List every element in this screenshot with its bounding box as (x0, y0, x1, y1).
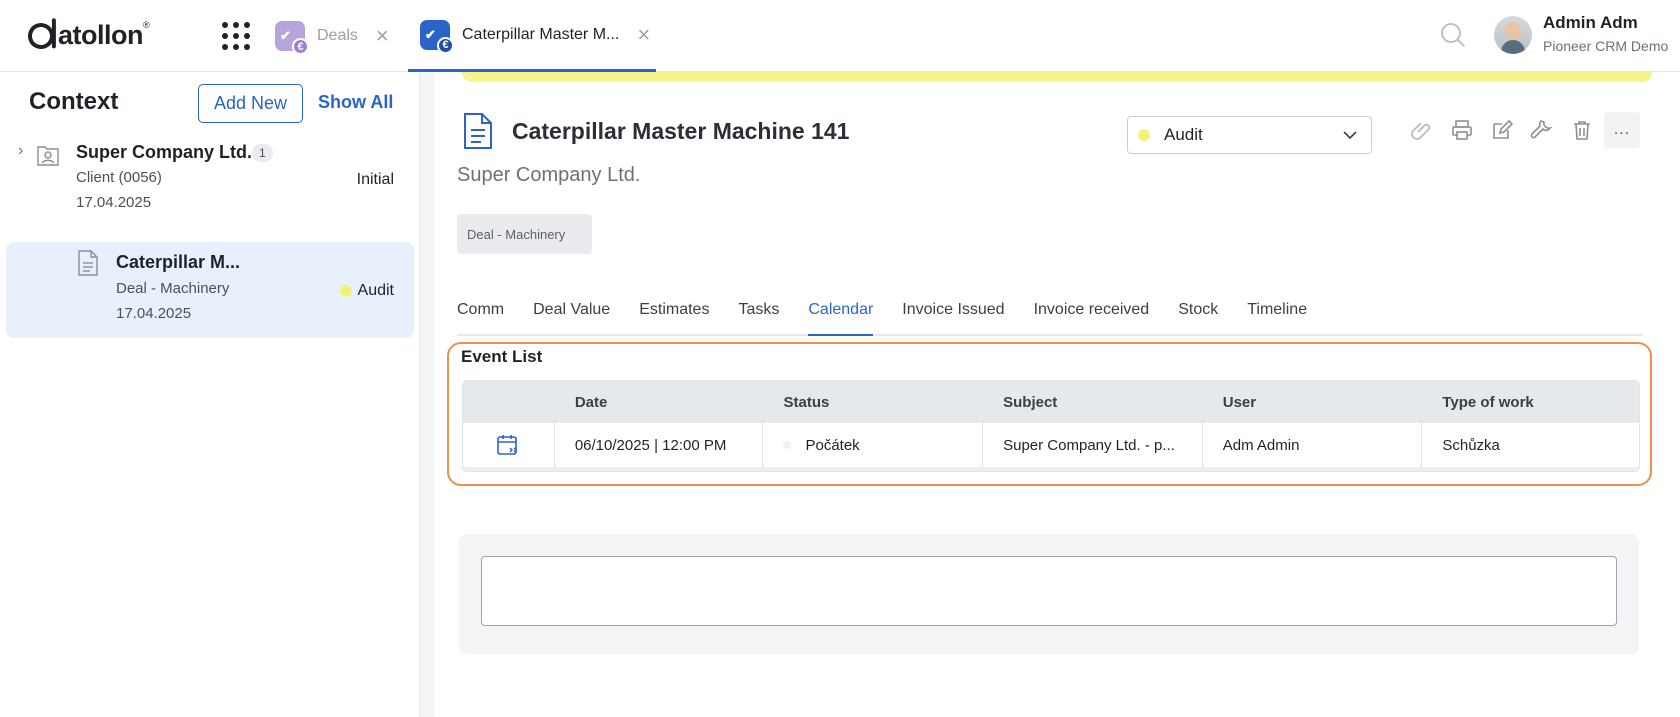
close-tab-deals-icon[interactable]: × (376, 25, 389, 47)
column-header-subject[interactable]: Subject (983, 394, 1203, 411)
cell-date: 06/10/2025 | 12:00 PM (555, 421, 764, 469)
tab-invoice-received[interactable]: Invoice received (1034, 294, 1150, 336)
column-header-date[interactable]: Date (555, 394, 764, 411)
cell-status: Počátek (763, 421, 984, 469)
tab-calendar[interactable]: Calendar (808, 294, 874, 336)
context-item-type: Client (0056) (76, 169, 162, 186)
atollon-logo[interactable]: atollon® (24, 18, 150, 53)
deals-app-icon: ✔ € (275, 21, 309, 55)
column-header-type-of-work[interactable]: Type of work (1422, 394, 1639, 411)
deal-actions: ... (1404, 112, 1640, 148)
attach-icon[interactable] (1404, 112, 1440, 148)
print-icon[interactable] (1444, 112, 1480, 148)
user-org: Pioneer CRM Demo (1543, 38, 1669, 54)
wrench-icon[interactable] (1524, 112, 1560, 148)
tab-stock[interactable]: Stock (1178, 294, 1218, 336)
document-icon (78, 250, 98, 276)
show-all-button[interactable]: Show All (318, 92, 393, 113)
tab-estimates[interactable]: Estimates (639, 294, 709, 336)
context-sidebar: Context Add New Show All › Super Company… (0, 72, 420, 717)
table-row[interactable]: 06/10/2025 | 12:00 PM Počátek Super Comp… (463, 421, 1639, 471)
note-panel (459, 534, 1639, 654)
apps-grid-icon[interactable] (222, 22, 250, 50)
more-options-button[interactable]: ... (1604, 112, 1640, 148)
contact-card-icon (37, 146, 59, 166)
status-dot (783, 441, 792, 449)
tab-invoice-issued[interactable]: Invoice Issued (902, 294, 1004, 336)
delete-icon[interactable] (1564, 112, 1600, 148)
table-header: Date Status Subject User Type of work (463, 381, 1639, 423)
context-item-status: Audit (339, 282, 394, 300)
calendar-event-icon (463, 421, 555, 469)
context-item-name: Super Company Ltd. (76, 142, 253, 162)
status-dot (1138, 129, 1150, 141)
event-list-panel: Event List Date Status Subject User Type… (447, 342, 1652, 486)
add-new-button[interactable]: Add New (198, 84, 303, 123)
tab-timeline[interactable]: Timeline (1247, 294, 1307, 336)
deal-detail: Caterpillar Master Machine 141 Super Com… (434, 72, 1680, 717)
note-input[interactable] (481, 556, 1617, 626)
context-item-status: Initial (356, 171, 394, 188)
deal-type-tag: Deal - Machinery (457, 214, 592, 254)
context-item-deal[interactable]: Caterpillar M... Deal - Machinery 17.04.… (6, 242, 414, 338)
top-bar: atollon® ✔ € Deals × ✔ € Caterpillar Mas… (0, 0, 1680, 72)
context-item-date: 17.04.2025 (116, 305, 192, 322)
user-avatar[interactable] (1494, 16, 1532, 54)
context-title: Context (29, 88, 119, 115)
search-icon[interactable] (1440, 22, 1466, 48)
event-table: Date Status Subject User Type of work 06… (462, 380, 1640, 472)
logo-registered-mark: ® (143, 20, 150, 30)
status-dropdown-value: Audit (1164, 125, 1203, 144)
tab-caterpillar-label: Caterpillar Master M... (462, 25, 620, 43)
status-dot (339, 285, 352, 297)
context-item-name: Caterpillar M... (116, 252, 241, 272)
chevron-down-icon (1343, 131, 1357, 140)
context-item-date: 17.04.2025 (76, 194, 152, 211)
tab-tasks[interactable]: Tasks (738, 294, 779, 336)
tab-comm[interactable]: Comm (457, 294, 504, 336)
context-item-company[interactable]: › Super Company Ltd. 1 Client (0056) 17.… (6, 136, 414, 224)
column-header-user[interactable]: User (1203, 394, 1423, 411)
status-dropdown[interactable]: Audit (1127, 116, 1372, 154)
close-tab-caterpillar-icon[interactable]: × (637, 23, 650, 46)
event-list-title: Event List (461, 347, 543, 366)
deal-document-icon (464, 113, 492, 149)
user-name[interactable]: Admin Adm (1543, 13, 1638, 33)
cell-subject: Super Company Ltd. - p... (983, 421, 1203, 469)
context-item-type: Deal - Machinery (116, 280, 230, 297)
column-header-status[interactable]: Status (763, 394, 983, 411)
logo-text: atollon (58, 20, 144, 50)
logo-mark-icon (24, 18, 58, 53)
tab-deal-value[interactable]: Deal Value (533, 294, 610, 336)
edit-icon[interactable] (1484, 112, 1520, 148)
detail-tabs: Comm Deal Value Estimates Tasks Calendar… (457, 294, 1643, 336)
status-strip (462, 72, 1652, 82)
deal-title: Caterpillar Master Machine 141 (512, 118, 850, 144)
tab-deals[interactable]: ✔ € Deals × (275, 0, 389, 72)
cell-type-of-work: Schůzka (1442, 436, 1500, 454)
cell-user: Adm Admin (1203, 421, 1423, 469)
deal-company-link[interactable]: Super Company Ltd. (457, 164, 640, 187)
tab-caterpillar[interactable]: ✔ € Caterpillar Master M... × (408, 0, 656, 72)
context-item-count: 1 (252, 144, 273, 162)
chevron-right-icon[interactable]: › (18, 142, 23, 160)
tab-deals-label: Deals (317, 27, 358, 44)
deal-app-icon: ✔ € (420, 19, 454, 54)
